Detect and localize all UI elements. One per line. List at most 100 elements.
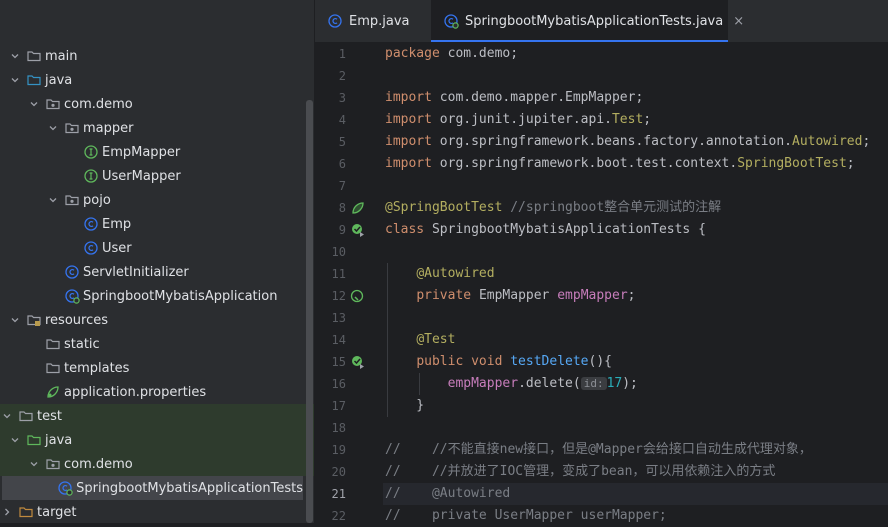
tree-item-test[interactable]: test (0, 404, 314, 428)
parameter-hint: id: (580, 377, 607, 390)
chevron-down-icon[interactable] (8, 73, 22, 87)
tree-item-mapper[interactable]: mapper (0, 116, 314, 140)
tree-item-label: mapper (83, 120, 134, 136)
line-number: 2 (338, 69, 346, 83)
tree-item-main[interactable]: main (0, 44, 314, 68)
tree-item-label: ServletInitializer (83, 264, 189, 280)
line-number: 12 (331, 289, 346, 303)
folder-icon (18, 408, 34, 424)
tree-item-label: templates (64, 360, 130, 376)
close-icon[interactable]: × (733, 14, 744, 29)
code-line: import org.springframework.beans.factory… (385, 131, 870, 153)
folder-icon (26, 48, 42, 64)
tree-item-resources[interactable]: resources (0, 308, 314, 332)
tree-item-label: com.demo (64, 96, 133, 112)
spring-bean-icon[interactable] (350, 200, 366, 216)
tree-item-servletinitializer[interactable]: ServletInitializer (0, 260, 314, 284)
class-icon (64, 264, 80, 280)
package-icon (45, 96, 61, 112)
folder-blue-icon (26, 72, 42, 88)
tree-item-label: main (45, 48, 78, 64)
code-token: .delete( (518, 376, 581, 391)
editor-tab-emp-java[interactable]: Emp.java (315, 0, 421, 42)
folder-icon (45, 360, 61, 376)
class-icon (83, 240, 99, 256)
tree-item-com-demo[interactable]: com.demo (0, 92, 314, 116)
code-token: ); (622, 376, 638, 391)
code-line: import org.springframework.boot.test.con… (385, 153, 855, 175)
code-token: Autowired (792, 134, 863, 149)
tree-item-java[interactable]: java (0, 68, 314, 92)
code-token: // @Autowired (385, 486, 511, 501)
line-number: 5 (338, 135, 346, 149)
chevron-down-icon[interactable] (27, 457, 41, 471)
run-test-icon[interactable] (350, 354, 366, 370)
line-number: 6 (338, 157, 346, 171)
code-token: com.demo; (447, 46, 519, 61)
tree-item-label: User (102, 240, 132, 256)
tree-item-templates[interactable]: templates (0, 356, 314, 380)
code-line: @SpringBootTest //springboot整合单元测试的注解 (385, 197, 721, 219)
chevron-down-icon[interactable] (46, 193, 60, 207)
code-token: Test (611, 112, 644, 127)
spring-class-icon (57, 480, 73, 496)
tree-item-label: target (37, 504, 77, 520)
tree-item-springbootmybatisapplicationtests[interactable]: SpringbootMybatisApplicationTests (2, 476, 303, 500)
editor-tab-bar: Emp.java SpringbootMybatisApplicationTest… (315, 0, 888, 43)
line-number: 20 (331, 465, 346, 479)
chevron-down-icon[interactable] (27, 97, 41, 111)
tree-item-user[interactable]: User (0, 236, 314, 260)
code-token: import (385, 134, 440, 149)
line-number: 1 (338, 47, 346, 61)
code-token: 17 (606, 376, 623, 391)
tree-item-label: EmpMapper (102, 144, 181, 160)
tree-item-java[interactable]: java (0, 428, 314, 452)
tree-item-empmapper[interactable]: EmpMapper (0, 140, 314, 164)
code-token: //springboot整合单元测试的注解 (510, 200, 722, 215)
run-test-icon[interactable] (350, 222, 366, 238)
folder-icon (45, 336, 61, 352)
tree-item-label: test (37, 408, 62, 424)
code-line: empMapper.delete(id: 17); (385, 373, 638, 395)
code-token: } (385, 398, 425, 413)
tree-item-label: application.properties (64, 384, 207, 400)
chevron-down-icon[interactable] (8, 433, 22, 447)
code-token: ; (627, 288, 636, 303)
tree-item-target[interactable]: target (0, 500, 314, 523)
tree-item-static[interactable]: static (0, 332, 314, 356)
chevron-down-icon[interactable] (46, 121, 60, 135)
package-icon (64, 192, 80, 208)
autowired-bean-icon[interactable] (350, 288, 366, 304)
editor-tab-springbootmybatisapplicationtests-java[interactable]: SpringbootMybatisApplicationTests.java × (431, 0, 744, 42)
line-number: 19 (331, 443, 346, 457)
line-number: 22 (331, 509, 346, 523)
line-number: 10 (331, 245, 346, 259)
code-token: EmpMapper (478, 288, 558, 303)
code-token: class (385, 222, 432, 237)
chevron-right-icon[interactable] (0, 505, 14, 519)
code-token: // //并放进了IOC管理，变成了bean，可以用依赖注入的方式 (385, 464, 776, 479)
tree-item-pojo[interactable]: pojo (0, 188, 314, 212)
code-token: @Test (416, 332, 456, 347)
tree-item-label: Emp (102, 216, 132, 232)
tree-item-com-demo[interactable]: com.demo (0, 452, 314, 476)
project-scrollbar[interactable] (306, 100, 313, 523)
tree-item-usermapper[interactable]: UserMapper (0, 164, 314, 188)
chevron-down-icon[interactable] (8, 313, 22, 327)
chevron-down-icon[interactable] (0, 409, 14, 423)
package-icon (45, 456, 61, 472)
line-number: 16 (331, 377, 346, 391)
tree-item-application-properties[interactable]: application.properties (0, 380, 314, 404)
code-area[interactable]: package com.demo; import com.demo.mapper.… (383, 42, 888, 523)
line-number: 9 (338, 223, 346, 237)
tree-item-emp[interactable]: Emp (0, 212, 314, 236)
code-token: com.demo.mapper.EmpMapper; (439, 90, 644, 105)
chevron-down-icon[interactable] (8, 49, 22, 63)
line-number: 17 (331, 399, 346, 413)
tree-item-springbootmybatisapplication[interactable]: SpringbootMybatisApplication (0, 284, 314, 308)
